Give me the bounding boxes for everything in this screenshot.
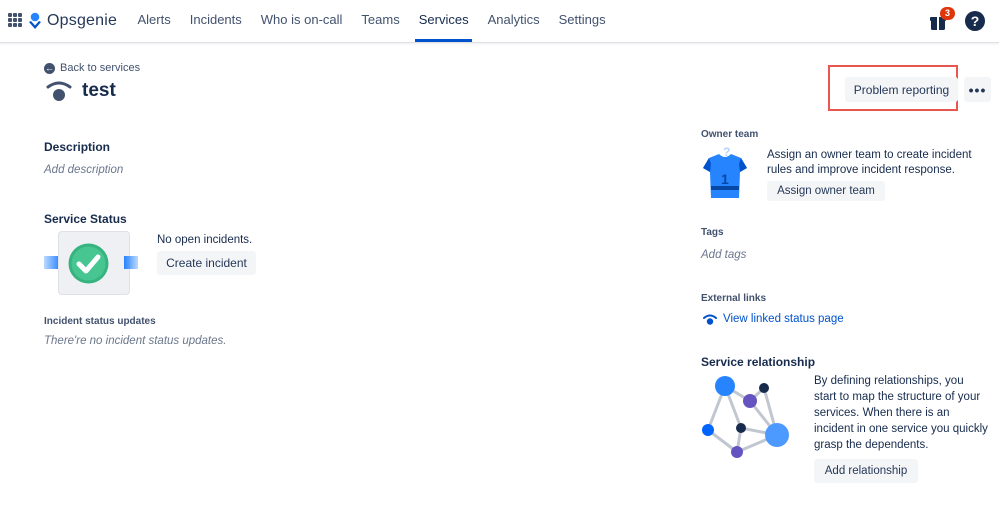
create-incident-button[interactable]: Create incident [157, 251, 256, 275]
status-stripe-left [44, 256, 60, 269]
main-nav: Alerts Incidents Who is on-call Teams Se… [128, 0, 615, 42]
tags-heading: Tags [701, 227, 724, 238]
service-status-heading: Service Status [44, 212, 127, 226]
status-message: No open incidents. [157, 234, 253, 246]
assign-owner-team-button[interactable]: Assign owner team [767, 181, 885, 201]
owner-team-heading: Owner team [701, 129, 759, 140]
relationship-text-3: services. When there is an [814, 407, 950, 419]
back-label: Back to services [60, 62, 141, 74]
description-heading: Description [44, 140, 111, 154]
owner-team-text-1: Assign an owner team to create incident [767, 149, 972, 161]
nav-alerts[interactable]: Alerts [128, 0, 180, 42]
svg-text:1: 1 [721, 171, 729, 187]
nav-services[interactable]: Services [409, 0, 478, 42]
nav-who-is-on-call[interactable]: Who is on-call [251, 0, 352, 42]
help-icon[interactable]: ? [965, 11, 985, 31]
description-field[interactable]: Add description [44, 164, 123, 176]
external-links-heading: External links [701, 293, 767, 304]
tags-field[interactable]: Add tags [701, 249, 746, 261]
incident-updates-heading: Incident status updates [44, 316, 156, 327]
incident-updates-empty: There're no incident status updates. [44, 335, 227, 347]
app-name: Opsgenie [47, 12, 118, 29]
team-jersey-icon: ? 1 [703, 146, 747, 198]
notification-count-badge: 3 [940, 7, 955, 20]
opsgenie-logo-icon [29, 12, 41, 29]
owner-team-text-2: rules and improve incident response. [767, 164, 955, 176]
page-header: test [46, 80, 116, 102]
back-to-services-link[interactable]: ← Back to services [44, 62, 140, 74]
top-navigation: Opsgenie Alerts Incidents Who is on-call… [0, 0, 999, 43]
nav-settings[interactable]: Settings [549, 0, 615, 42]
arrow-left-icon: ← [44, 62, 55, 74]
status-page-icon [703, 314, 717, 325]
relationship-text-5: grasp the dependents. [814, 439, 929, 451]
relationship-text-1: By defining relationships, you [814, 375, 964, 387]
relationship-text-2: start to map the structure of your [814, 391, 981, 403]
nav-analytics[interactable]: Analytics [478, 0, 549, 42]
view-linked-status-page-link[interactable]: View linked status page [703, 313, 844, 325]
add-relationship-button[interactable]: Add relationship [814, 459, 918, 483]
app-switcher-icon[interactable] [8, 13, 22, 27]
nav-incidents[interactable]: Incidents [180, 0, 251, 42]
page-title: test [82, 80, 116, 101]
status-page-link-label: View linked status page [723, 313, 844, 325]
notifications-button[interactable]: 3 [929, 7, 955, 31]
status-stripe-right [124, 256, 138, 269]
opsgenie-logo[interactable]: Opsgenie [28, 10, 117, 32]
relationship-graph-illustration [702, 376, 789, 458]
relationship-text-4: incident in one service you quickly [814, 423, 988, 435]
check-circle-icon [68, 243, 109, 284]
problem-reporting-button[interactable]: Problem reporting [845, 77, 958, 102]
nav-teams[interactable]: Teams [352, 0, 409, 42]
more-actions-button[interactable]: ••• [964, 77, 991, 102]
service-icon [46, 81, 72, 101]
service-relationship-heading: Service relationship [701, 355, 816, 369]
